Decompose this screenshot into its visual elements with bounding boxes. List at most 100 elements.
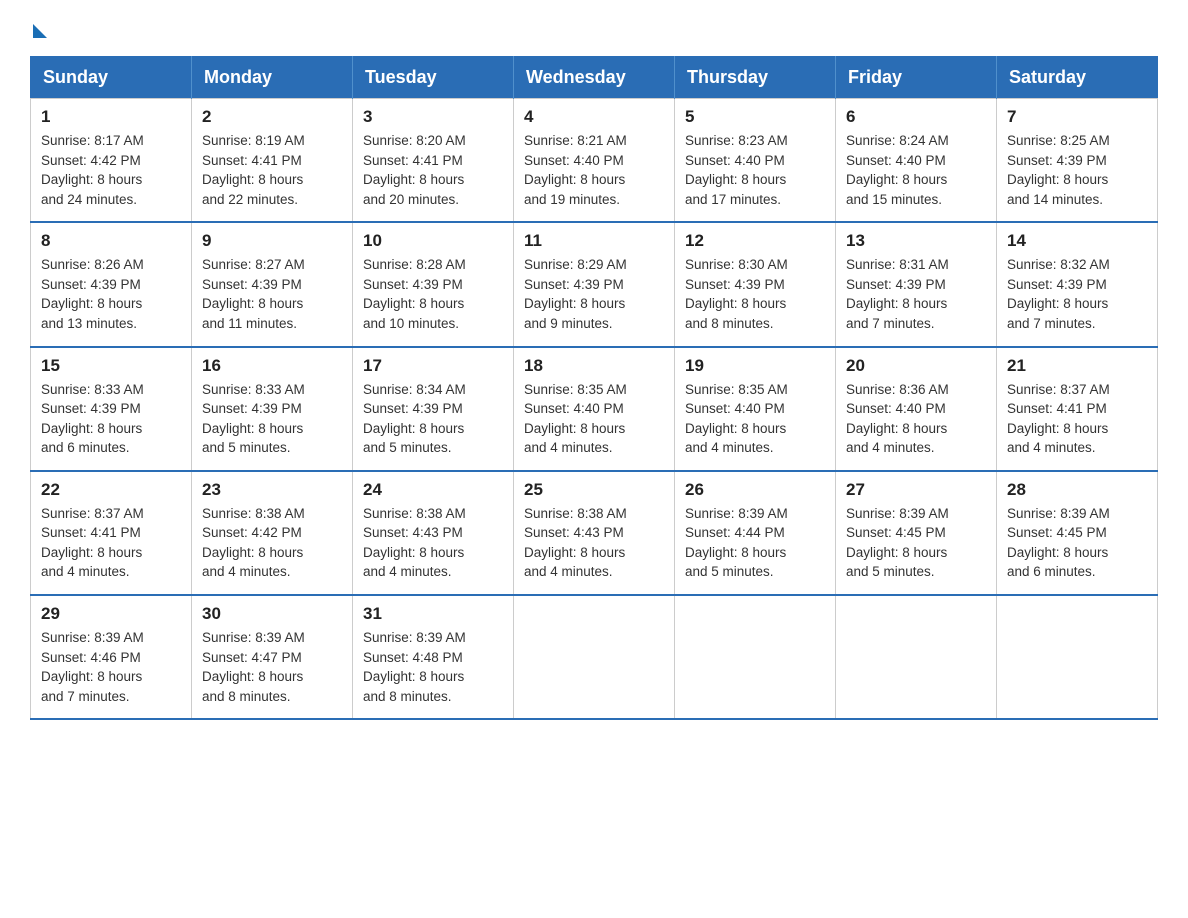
calendar-day-cell: 11 Sunrise: 8:29 AMSunset: 4:39 PMDayligh… <box>514 222 675 346</box>
day-number: 9 <box>202 231 342 251</box>
calendar-day-cell: 1 Sunrise: 8:17 AMSunset: 4:42 PMDaylight… <box>31 99 192 223</box>
calendar-day-cell: 13Sunrise: 8:31 AMSunset: 4:39 PMDayligh… <box>836 222 997 346</box>
calendar-day-cell: 20 Sunrise: 8:36 AMSunset: 4:40 PMDayligh… <box>836 347 997 471</box>
day-number: 11 <box>524 231 664 251</box>
day-info: Sunrise: 8:28 AMSunset: 4:39 PMDaylight:… <box>363 255 503 333</box>
calendar-week-row: 29Sunrise: 8:39 AMSunset: 4:46 PMDayligh… <box>31 595 1158 719</box>
calendar-day-cell: 19 Sunrise: 8:35 AMSunset: 4:40 PMDayligh… <box>675 347 836 471</box>
calendar-day-cell: 7Sunrise: 8:25 AMSunset: 4:39 PMDaylight… <box>997 99 1158 223</box>
day-number: 22 <box>41 480 181 500</box>
day-info: Sunrise: 8:25 AMSunset: 4:39 PMDaylight:… <box>1007 131 1147 209</box>
calendar-day-cell <box>514 595 675 719</box>
calendar-day-cell: 28 Sunrise: 8:39 AMSunset: 4:45 PMDayligh… <box>997 471 1158 595</box>
day-info: Sunrise: 8:36 AMSunset: 4:40 PMDaylight:… <box>846 380 986 458</box>
calendar-day-cell: 24Sunrise: 8:38 AMSunset: 4:43 PMDayligh… <box>353 471 514 595</box>
day-info: Sunrise: 8:39 AMSunset: 4:45 PMDaylight:… <box>1007 504 1147 582</box>
day-info: Sunrise: 8:37 AMSunset: 4:41 PMDaylight:… <box>1007 380 1147 458</box>
day-info: Sunrise: 8:33 AMSunset: 4:39 PMDaylight:… <box>202 380 342 458</box>
calendar-day-cell: 25 Sunrise: 8:38 AMSunset: 4:43 PMDayligh… <box>514 471 675 595</box>
day-number: 10 <box>363 231 503 251</box>
calendar-header-monday: Monday <box>192 57 353 99</box>
day-number: 13 <box>846 231 986 251</box>
day-info: Sunrise: 8:39 AMSunset: 4:44 PMDaylight:… <box>685 504 825 582</box>
calendar-day-cell: 27 Sunrise: 8:39 AMSunset: 4:45 PMDayligh… <box>836 471 997 595</box>
day-number: 5 <box>685 107 825 127</box>
day-info: Sunrise: 8:35 AMSunset: 4:40 PMDaylight:… <box>685 380 825 458</box>
calendar-day-cell: 26 Sunrise: 8:39 AMSunset: 4:44 PMDayligh… <box>675 471 836 595</box>
day-info: Sunrise: 8:24 AMSunset: 4:40 PMDaylight:… <box>846 131 986 209</box>
day-info: Sunrise: 8:34 AMSunset: 4:39 PMDaylight:… <box>363 380 503 458</box>
calendar-day-cell: 9 Sunrise: 8:27 AMSunset: 4:39 PMDaylight… <box>192 222 353 346</box>
day-info: Sunrise: 8:38 AMSunset: 4:43 PMDaylight:… <box>524 504 664 582</box>
day-number: 26 <box>685 480 825 500</box>
calendar-header-wednesday: Wednesday <box>514 57 675 99</box>
calendar-header-sunday: Sunday <box>31 57 192 99</box>
day-info: Sunrise: 8:39 AMSunset: 4:45 PMDaylight:… <box>846 504 986 582</box>
day-number: 23 <box>202 480 342 500</box>
day-info: Sunrise: 8:38 AMSunset: 4:42 PMDaylight:… <box>202 504 342 582</box>
day-number: 17 <box>363 356 503 376</box>
calendar-header-saturday: Saturday <box>997 57 1158 99</box>
day-number: 30 <box>202 604 342 624</box>
day-number: 12 <box>685 231 825 251</box>
day-info: Sunrise: 8:39 AMSunset: 4:48 PMDaylight:… <box>363 628 503 706</box>
calendar-week-row: 22 Sunrise: 8:37 AMSunset: 4:41 PMDayligh… <box>31 471 1158 595</box>
calendar-day-cell: 22 Sunrise: 8:37 AMSunset: 4:41 PMDayligh… <box>31 471 192 595</box>
day-number: 18 <box>524 356 664 376</box>
day-info: Sunrise: 8:37 AMSunset: 4:41 PMDaylight:… <box>41 504 181 582</box>
day-number: 27 <box>846 480 986 500</box>
calendar-header-thursday: Thursday <box>675 57 836 99</box>
page-header <box>30 20 1158 38</box>
calendar-day-cell: 3Sunrise: 8:20 AMSunset: 4:41 PMDaylight… <box>353 99 514 223</box>
calendar-day-cell: 15 Sunrise: 8:33 AMSunset: 4:39 PMDayligh… <box>31 347 192 471</box>
day-info: Sunrise: 8:35 AMSunset: 4:40 PMDaylight:… <box>524 380 664 458</box>
calendar-header-friday: Friday <box>836 57 997 99</box>
day-number: 25 <box>524 480 664 500</box>
day-number: 20 <box>846 356 986 376</box>
day-number: 6 <box>846 107 986 127</box>
day-info: Sunrise: 8:33 AMSunset: 4:39 PMDaylight:… <box>41 380 181 458</box>
day-info: Sunrise: 8:30 AMSunset: 4:39 PMDaylight:… <box>685 255 825 333</box>
day-number: 2 <box>202 107 342 127</box>
calendar-header-row: SundayMondayTuesdayWednesdayThursdayFrid… <box>31 57 1158 99</box>
day-info: Sunrise: 8:23 AMSunset: 4:40 PMDaylight:… <box>685 131 825 209</box>
calendar-week-row: 1 Sunrise: 8:17 AMSunset: 4:42 PMDaylight… <box>31 99 1158 223</box>
day-info: Sunrise: 8:29 AMSunset: 4:39 PMDaylight:… <box>524 255 664 333</box>
calendar-day-cell: 16 Sunrise: 8:33 AMSunset: 4:39 PMDayligh… <box>192 347 353 471</box>
logo <box>30 20 47 38</box>
calendar-day-cell: 23 Sunrise: 8:38 AMSunset: 4:42 PMDayligh… <box>192 471 353 595</box>
day-number: 24 <box>363 480 503 500</box>
day-number: 29 <box>41 604 181 624</box>
day-number: 4 <box>524 107 664 127</box>
calendar-day-cell <box>836 595 997 719</box>
day-info: Sunrise: 8:21 AMSunset: 4:40 PMDaylight:… <box>524 131 664 209</box>
calendar-day-cell: 29Sunrise: 8:39 AMSunset: 4:46 PMDayligh… <box>31 595 192 719</box>
calendar-week-row: 8 Sunrise: 8:26 AMSunset: 4:39 PMDaylight… <box>31 222 1158 346</box>
calendar-day-cell: 31 Sunrise: 8:39 AMSunset: 4:48 PMDayligh… <box>353 595 514 719</box>
day-info: Sunrise: 8:32 AMSunset: 4:39 PMDaylight:… <box>1007 255 1147 333</box>
day-number: 8 <box>41 231 181 251</box>
day-number: 31 <box>363 604 503 624</box>
day-number: 19 <box>685 356 825 376</box>
day-number: 14 <box>1007 231 1147 251</box>
day-number: 15 <box>41 356 181 376</box>
calendar-day-cell: 5 Sunrise: 8:23 AMSunset: 4:40 PMDaylight… <box>675 99 836 223</box>
calendar-day-cell: 14 Sunrise: 8:32 AMSunset: 4:39 PMDayligh… <box>997 222 1158 346</box>
day-info: Sunrise: 8:17 AMSunset: 4:42 PMDaylight:… <box>41 131 181 209</box>
calendar-week-row: 15 Sunrise: 8:33 AMSunset: 4:39 PMDayligh… <box>31 347 1158 471</box>
day-info: Sunrise: 8:26 AMSunset: 4:39 PMDaylight:… <box>41 255 181 333</box>
day-number: 16 <box>202 356 342 376</box>
day-info: Sunrise: 8:19 AMSunset: 4:41 PMDaylight:… <box>202 131 342 209</box>
day-number: 3 <box>363 107 503 127</box>
day-number: 1 <box>41 107 181 127</box>
calendar-day-cell: 8 Sunrise: 8:26 AMSunset: 4:39 PMDaylight… <box>31 222 192 346</box>
calendar-day-cell: 4 Sunrise: 8:21 AMSunset: 4:40 PMDaylight… <box>514 99 675 223</box>
day-info: Sunrise: 8:27 AMSunset: 4:39 PMDaylight:… <box>202 255 342 333</box>
calendar-day-cell: 6 Sunrise: 8:24 AMSunset: 4:40 PMDaylight… <box>836 99 997 223</box>
logo-arrow-icon <box>33 24 47 38</box>
calendar-table: SundayMondayTuesdayWednesdayThursdayFrid… <box>30 56 1158 720</box>
calendar-day-cell: 18 Sunrise: 8:35 AMSunset: 4:40 PMDayligh… <box>514 347 675 471</box>
calendar-day-cell <box>675 595 836 719</box>
day-number: 28 <box>1007 480 1147 500</box>
day-number: 21 <box>1007 356 1147 376</box>
